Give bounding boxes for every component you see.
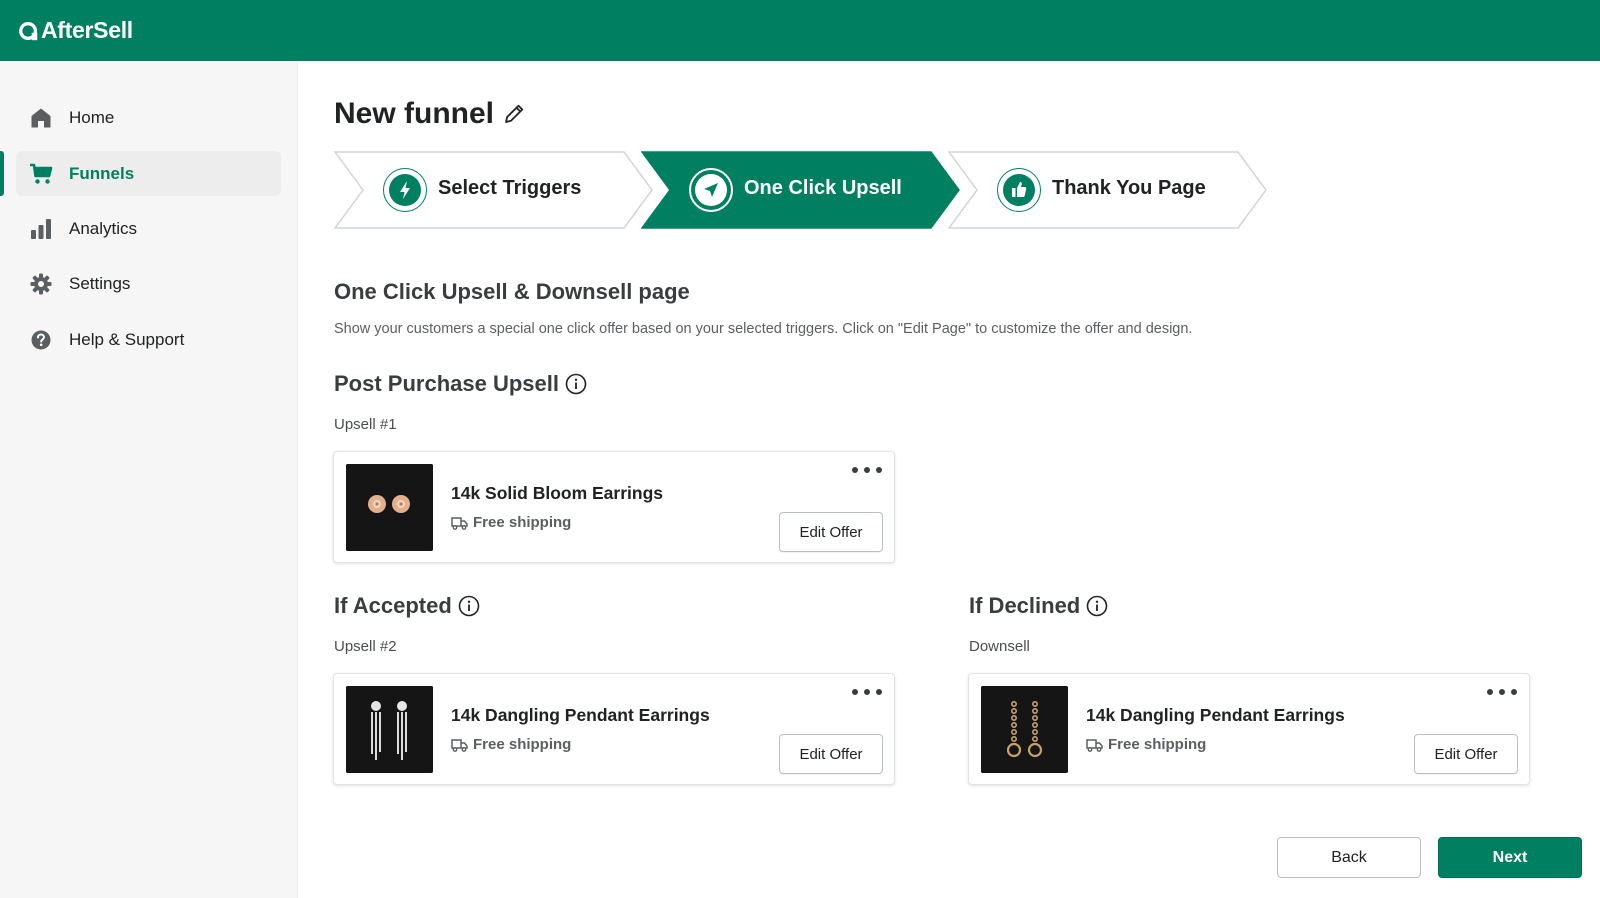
shipping-info: Free shipping: [451, 514, 571, 531]
next-button[interactable]: Next: [1438, 837, 1582, 878]
app-logo[interactable]: AfterSell: [18, 17, 133, 44]
upsell-caption: Upsell #2: [334, 638, 397, 655]
if-accepted-heading: If Accepted: [334, 593, 480, 619]
upsell-caption: Upsell #1: [334, 416, 397, 433]
step-label: Select Triggers: [438, 177, 582, 199]
step-one-click-upsell[interactable]: One Click Upsell: [641, 151, 961, 229]
truck-icon: [451, 738, 468, 752]
heading-text: Post Purchase Upsell: [334, 371, 559, 396]
shipping-label: Free shipping: [473, 514, 572, 531]
step-label: Thank You Page: [1052, 177, 1206, 199]
shipping-label: Free shipping: [1108, 736, 1207, 753]
aftersell-logo-icon: [19, 21, 38, 40]
info-icon[interactable]: [458, 595, 480, 617]
info-icon[interactable]: [1086, 595, 1108, 617]
post-purchase-upsell-heading: Post Purchase Upsell: [334, 371, 587, 397]
home-icon: [29, 106, 53, 130]
product-image: [346, 464, 433, 551]
heading-text: If Declined: [969, 593, 1081, 618]
app-name: AfterSell: [41, 17, 133, 43]
more-options-icon[interactable]: [1487, 682, 1517, 702]
edit-offer-button[interactable]: Edit Offer: [1414, 734, 1518, 774]
sidebar-item-label: Funnels: [69, 163, 135, 183]
more-options-icon[interactable]: [852, 682, 882, 702]
downsell-caption: Downsell: [969, 638, 1030, 655]
navigation-arrow-icon: [689, 168, 733, 212]
product-name: 14k Dangling Pendant Earrings: [1086, 705, 1345, 725]
offer-card-downsell: 14k Dangling Pendant Earrings Free shipp…: [968, 673, 1530, 785]
product-name: 14k Solid Bloom Earrings: [451, 483, 663, 503]
gear-icon: [29, 272, 53, 296]
offer-card-upsell-1: 14k Solid Bloom Earrings Free shipping E…: [333, 451, 895, 563]
truck-icon: [451, 516, 468, 530]
section-description: Show your customers a special one click …: [334, 321, 1193, 337]
sidebar-item-settings[interactable]: Settings: [16, 261, 281, 306]
offer-card-upsell-2: 14k Dangling Pendant Earrings Free shipp…: [333, 673, 895, 785]
more-options-icon[interactable]: [852, 460, 882, 480]
product-image: [346, 686, 433, 773]
pencil-icon[interactable]: [502, 102, 526, 126]
info-icon[interactable]: [565, 373, 587, 395]
shipping-info: Free shipping: [451, 736, 571, 753]
if-declined-heading: If Declined: [969, 593, 1108, 619]
bar-chart-icon: [29, 217, 53, 241]
edit-offer-button[interactable]: Edit Offer: [779, 734, 883, 774]
cart-icon: [29, 162, 53, 186]
edit-offer-button[interactable]: Edit Offer: [779, 512, 883, 552]
main-content: New funnel Select Triggers One Click Ups…: [298, 61, 1600, 898]
sidebar-item-label: Analytics: [69, 218, 138, 238]
sidebar: Home Funnels Analytics Settings Help & S…: [0, 61, 298, 898]
thumbs-up-icon: [997, 168, 1041, 212]
sidebar-item-analytics[interactable]: Analytics: [16, 206, 281, 251]
product-name: 14k Dangling Pendant Earrings: [451, 705, 710, 725]
sidebar-item-help-support[interactable]: Help & Support: [16, 317, 281, 362]
truck-icon: [1086, 738, 1103, 752]
top-bar: AfterSell: [0, 0, 1600, 61]
sidebar-item-label: Settings: [69, 273, 131, 293]
page-title-text: New funnel: [334, 97, 495, 130]
back-button[interactable]: Back: [1277, 837, 1421, 878]
section-title: One Click Upsell & Downsell page: [334, 279, 690, 304]
active-indicator: [0, 151, 4, 196]
lightning-icon: [383, 168, 427, 212]
shipping-info: Free shipping: [1086, 736, 1206, 753]
step-select-triggers[interactable]: Select Triggers: [334, 151, 654, 229]
sidebar-item-funnels[interactable]: Funnels: [16, 151, 281, 196]
heading-text: If Accepted: [334, 593, 452, 618]
step-label: One Click Upsell: [744, 177, 902, 199]
page-title: New funnel: [334, 97, 526, 131]
sidebar-item-home[interactable]: Home: [16, 95, 281, 140]
sidebar-item-label: Home: [69, 107, 115, 127]
step-thank-you-page[interactable]: Thank You Page: [948, 151, 1268, 229]
funnel-stepper: Select Triggers One Click Upsell Thank Y…: [334, 151, 1294, 229]
sidebar-item-label: Help & Support: [69, 329, 185, 349]
product-image: [981, 686, 1068, 773]
shipping-label: Free shipping: [473, 736, 572, 753]
question-icon: [29, 328, 53, 352]
